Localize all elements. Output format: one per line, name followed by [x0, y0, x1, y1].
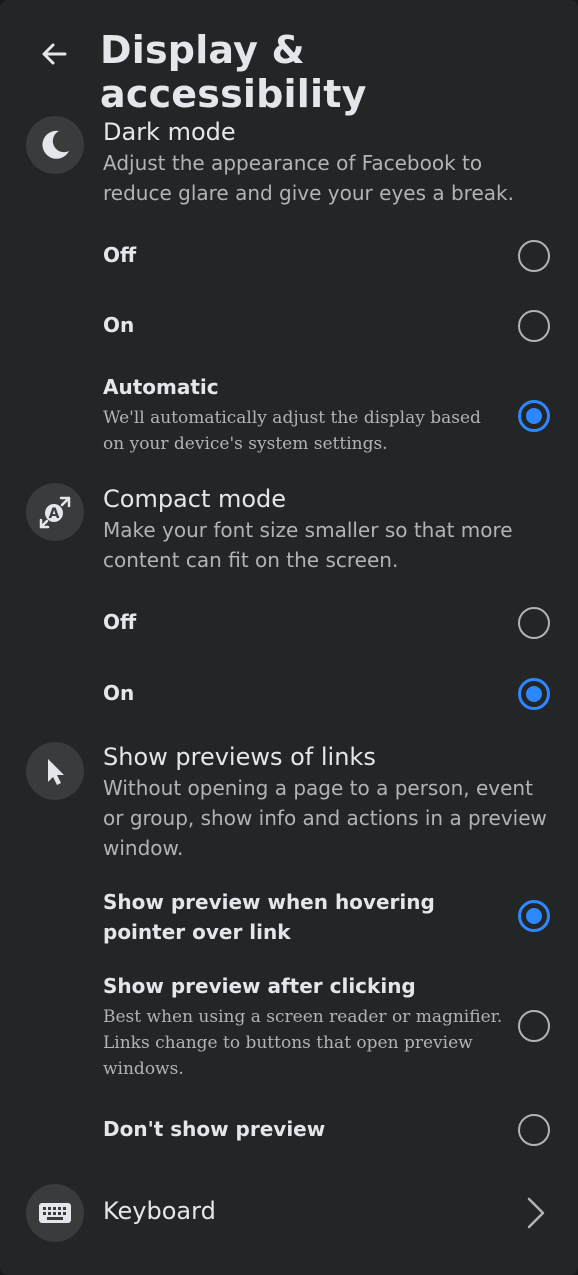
option-sublabel: Best when using a screen reader or magni… — [103, 1007, 503, 1079]
link-preview-option-none[interactable]: Don't show preview — [0, 1098, 578, 1160]
radio-button[interactable] — [518, 1010, 550, 1042]
compact-mode-option-on[interactable]: On — [0, 662, 578, 724]
keyboard-label: Keyboard — [103, 1197, 216, 1225]
option-label: Show preview when hovering pointer over … — [103, 890, 435, 944]
header: Display & accessibility — [0, 0, 578, 116]
dark-mode-option-off[interactable]: Off — [0, 225, 578, 287]
option-label: On — [103, 681, 135, 705]
dark-mode-title: Dark mode — [103, 118, 236, 146]
option-sublabel: We'll automatically adjust the display b… — [103, 408, 481, 454]
compact-mode-description: Make your font size smaller so that more… — [103, 518, 513, 572]
dark-mode-option-automatic[interactable]: Automatic We'll automatically adjust the… — [0, 365, 578, 465]
option-label: Automatic — [103, 375, 219, 399]
radio-button-selected[interactable] — [518, 400, 550, 432]
radio-button[interactable] — [518, 607, 550, 639]
moon-icon — [26, 116, 84, 174]
link-preview-option-hover[interactable]: Show preview when hovering pointer over … — [0, 882, 578, 954]
cursor-icon — [26, 742, 84, 800]
radio-button-selected[interactable] — [518, 900, 550, 932]
settings-panel: Display & accessibility Dark mode Adjust… — [0, 0, 578, 1275]
dark-mode-description: Adjust the appearance of Facebook to red… — [103, 151, 514, 205]
compact-mode-option-off[interactable]: Off — [0, 592, 578, 654]
radio-button[interactable] — [518, 240, 550, 272]
option-label: Off — [103, 243, 137, 267]
option-label: Don't show preview — [103, 1117, 326, 1141]
radio-button[interactable] — [518, 310, 550, 342]
link-preview-option-click[interactable]: Show preview after clicking Best when us… — [0, 965, 578, 1085]
radio-button-selected[interactable] — [518, 678, 550, 710]
keyboard-settings-row[interactable]: Keyboard — [0, 1180, 578, 1246]
dark-mode-option-on[interactable]: On — [0, 295, 578, 357]
link-previews-description: Without opening a page to a person, even… — [103, 776, 547, 860]
page-title: Display & accessibility — [100, 28, 367, 116]
option-label: Off — [103, 610, 137, 634]
svg-text:A: A — [49, 506, 60, 522]
text-resize-icon: A — [26, 483, 84, 541]
chevron-right-icon — [527, 1197, 545, 1229]
link-previews-title: Show previews of links — [103, 743, 376, 771]
keyboard-icon — [26, 1184, 84, 1242]
option-label: Show preview after clicking — [103, 974, 416, 998]
radio-button[interactable] — [518, 1114, 550, 1146]
back-button[interactable] — [30, 30, 78, 78]
compact-mode-title: Compact mode — [103, 485, 287, 513]
option-label: On — [103, 313, 135, 337]
arrow-left-icon — [42, 43, 67, 65]
